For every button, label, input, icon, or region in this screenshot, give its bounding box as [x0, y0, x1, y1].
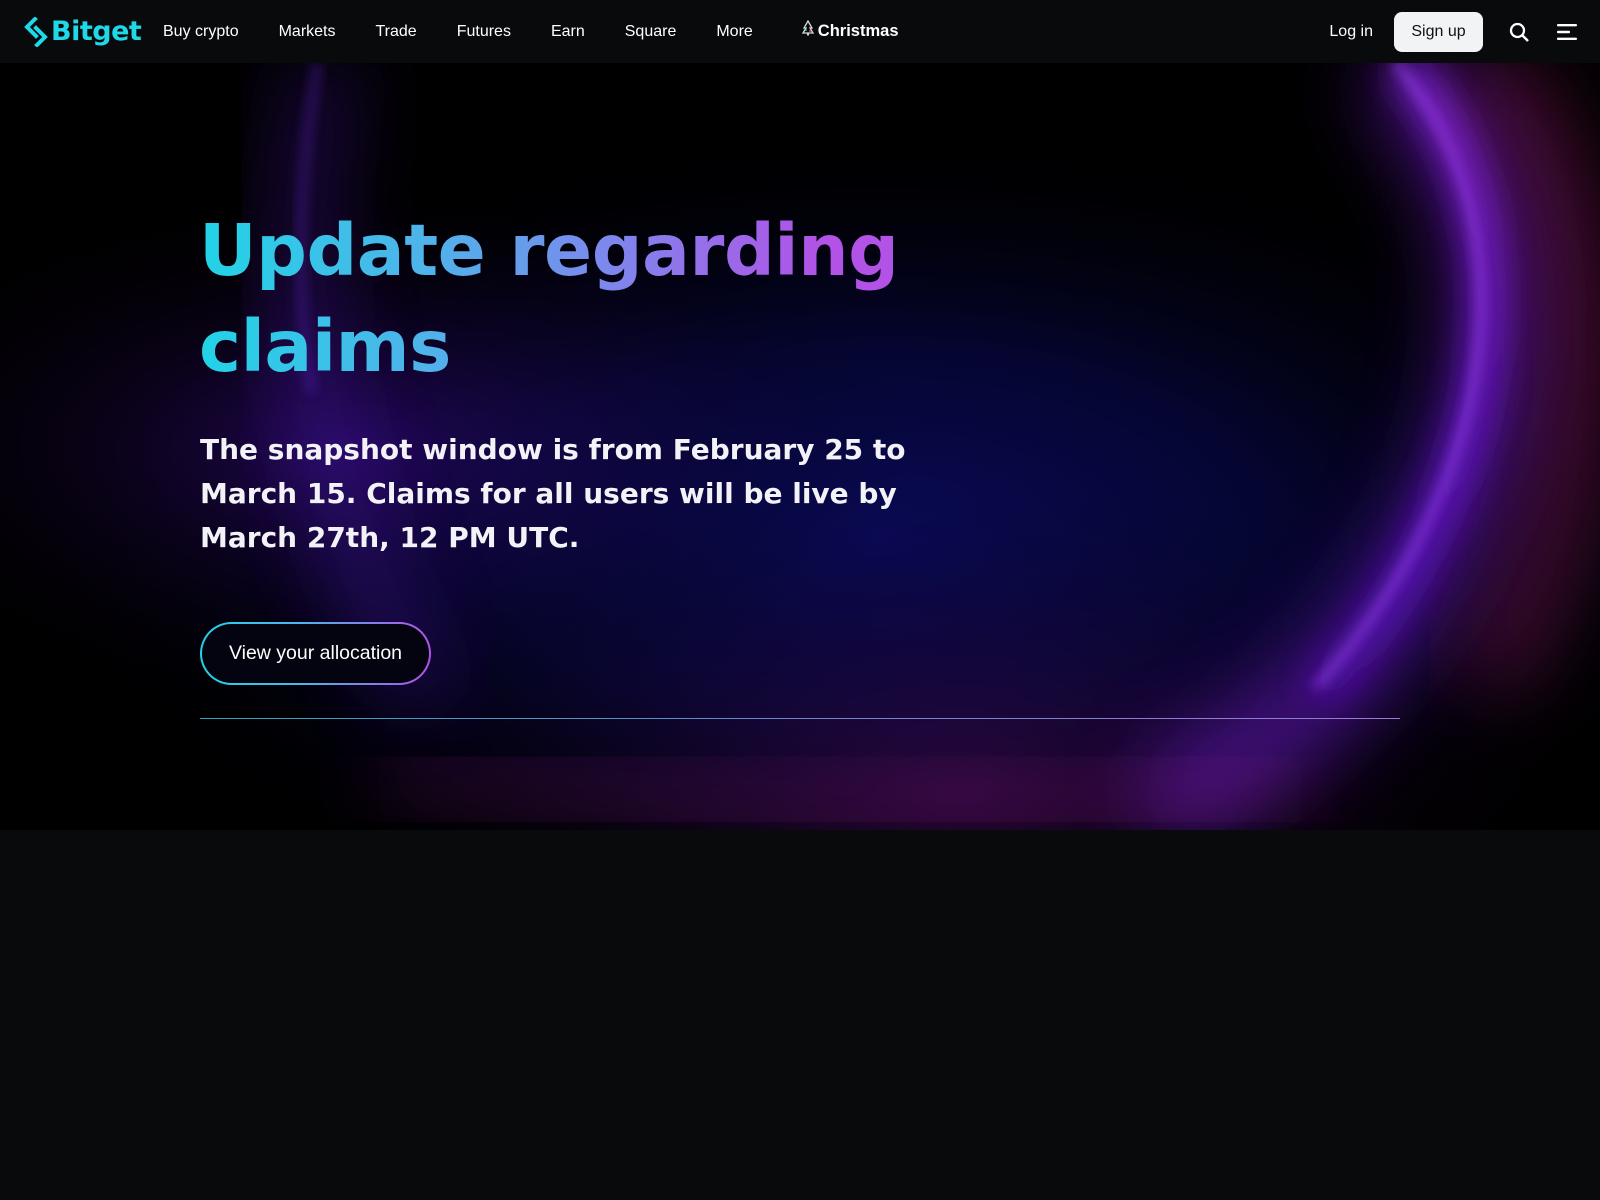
- nav-earn[interactable]: Earn: [551, 0, 585, 63]
- christmas-tree-icon: [801, 0, 815, 63]
- hero-divider: [200, 718, 1400, 719]
- main-nav-links: Buy crypto Markets Trade Futures Earn Sq…: [163, 0, 939, 63]
- nav-trade[interactable]: Trade: [376, 0, 417, 63]
- nav-christmas-promo[interactable]: Christmas: [801, 0, 899, 63]
- logo-wordmark: Bitget: [51, 16, 142, 47]
- nav-more[interactable]: More: [716, 0, 752, 63]
- login-link[interactable]: Log in: [1329, 23, 1373, 41]
- view-allocation-button[interactable]: View your allocation: [200, 622, 431, 685]
- hero-banner: Update regarding claims The snapshot win…: [0, 63, 1600, 830]
- hero-subtitle: The snapshot window is from February 25 …: [200, 433, 906, 554]
- nav-buy-crypto[interactable]: Buy crypto: [163, 0, 239, 63]
- view-allocation-label: View your allocation: [202, 624, 429, 683]
- nav-right-actions: Log in Sign up: [1329, 0, 1600, 63]
- search-icon[interactable]: [1507, 20, 1531, 44]
- hero-title: Update regarding claims: [199, 203, 959, 395]
- top-navigation-bar: Bitget Buy crypto Markets Trade Futures …: [0, 0, 1600, 63]
- promo-label: Christmas: [817, 22, 899, 40]
- bitget-logo[interactable]: Bitget: [23, 15, 142, 49]
- bitget-logo-icon: [24, 17, 48, 47]
- hamburger-menu-icon[interactable]: [1555, 20, 1579, 44]
- nav-markets[interactable]: Markets: [279, 0, 336, 63]
- nav-square[interactable]: Square: [625, 0, 677, 63]
- nav-futures[interactable]: Futures: [457, 0, 511, 63]
- signup-button[interactable]: Sign up: [1394, 11, 1483, 52]
